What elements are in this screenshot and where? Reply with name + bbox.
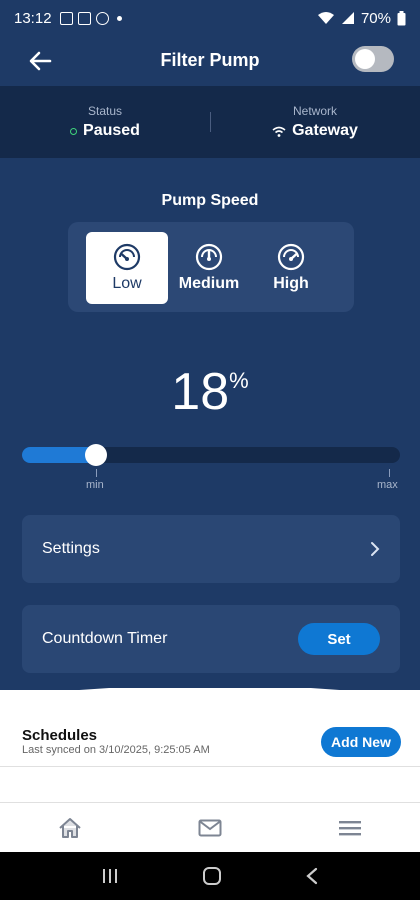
power-toggle[interactable] [352,46,394,72]
gauge-low-icon [113,243,141,271]
speed-option-label: Low [112,275,142,292]
status-dot-icon [70,127,78,135]
status-bar: 13:12 70% [0,0,420,36]
network-section: Network Gateway [210,86,420,158]
home-icon [59,817,81,838]
settings-row[interactable]: Settings [22,515,400,583]
battery-icon [397,10,406,25]
speed-slider[interactable] [22,444,400,466]
status-label: Status [87,104,123,118]
bottom-nav [0,803,420,852]
speed-percent-display: 18% [0,362,420,422]
add-schedule-button[interactable]: Add New [321,727,401,757]
min-label: min [86,479,104,491]
signal-icon [341,12,354,24]
network-value: Gateway [292,122,358,139]
home-button-icon[interactable] [202,866,222,886]
toggle-knob [355,49,375,69]
gauge-medium-icon [195,243,223,271]
wifi-icon [272,126,286,137]
nav-home[interactable] [0,803,140,852]
speed-option-medium[interactable]: Medium [168,232,250,304]
status-strip: Status Paused Network Gateway [0,86,420,158]
speed-option-low[interactable]: Low [86,232,168,304]
clock: 13:12 [14,9,52,27]
mail-icon [198,819,222,836]
panel-curve [0,688,420,718]
system-nav-bar [0,852,420,900]
more-dot-icon [116,15,122,21]
system-back-icon[interactable] [305,867,319,885]
max-tick [389,469,390,477]
app-header: Filter Pump [0,36,420,86]
settings-badge-icon [95,11,109,25]
countdown-timer-row: Countdown Timer Set [22,605,400,673]
speed-option-high[interactable]: High [250,232,332,304]
speed-percent-value: 18 [171,363,230,421]
gauge-high-icon [277,243,305,271]
checkbox-icon [77,11,91,25]
set-timer-button[interactable]: Set [298,623,380,655]
schedules-title: Schedules [22,727,98,744]
speed-option-label: High [273,275,309,292]
percent-unit: % [229,368,249,393]
back-arrow-icon[interactable] [26,48,54,74]
battery-percent: 70% [360,9,391,27]
slider-thumb[interactable] [85,444,107,466]
max-label: max [377,479,398,491]
gallery-icon [59,11,73,25]
countdown-timer-label: Countdown Timer [42,630,168,647]
network-label: Network [292,104,337,118]
nav-menu[interactable] [280,803,420,852]
status-section: Status Paused [0,86,210,158]
schedules-synced-text: Last synced on 3/10/2025, 9:25:05 AM [22,744,210,756]
hamburger-menu-icon [339,820,361,835]
status-value: Paused [83,122,140,139]
settings-label: Settings [42,540,100,557]
divider [210,112,211,132]
nav-messages[interactable] [140,803,280,852]
wifi-icon [317,12,334,24]
pump-speed-label: Pump Speed [161,192,259,209]
speed-selector: Low Medium High [68,222,354,312]
chevron-right-icon [371,542,380,556]
divider [0,766,420,767]
speed-option-label: Medium [178,275,240,292]
recent-apps-icon[interactable] [101,868,119,884]
min-tick [96,469,97,477]
notification-icons [59,11,122,25]
